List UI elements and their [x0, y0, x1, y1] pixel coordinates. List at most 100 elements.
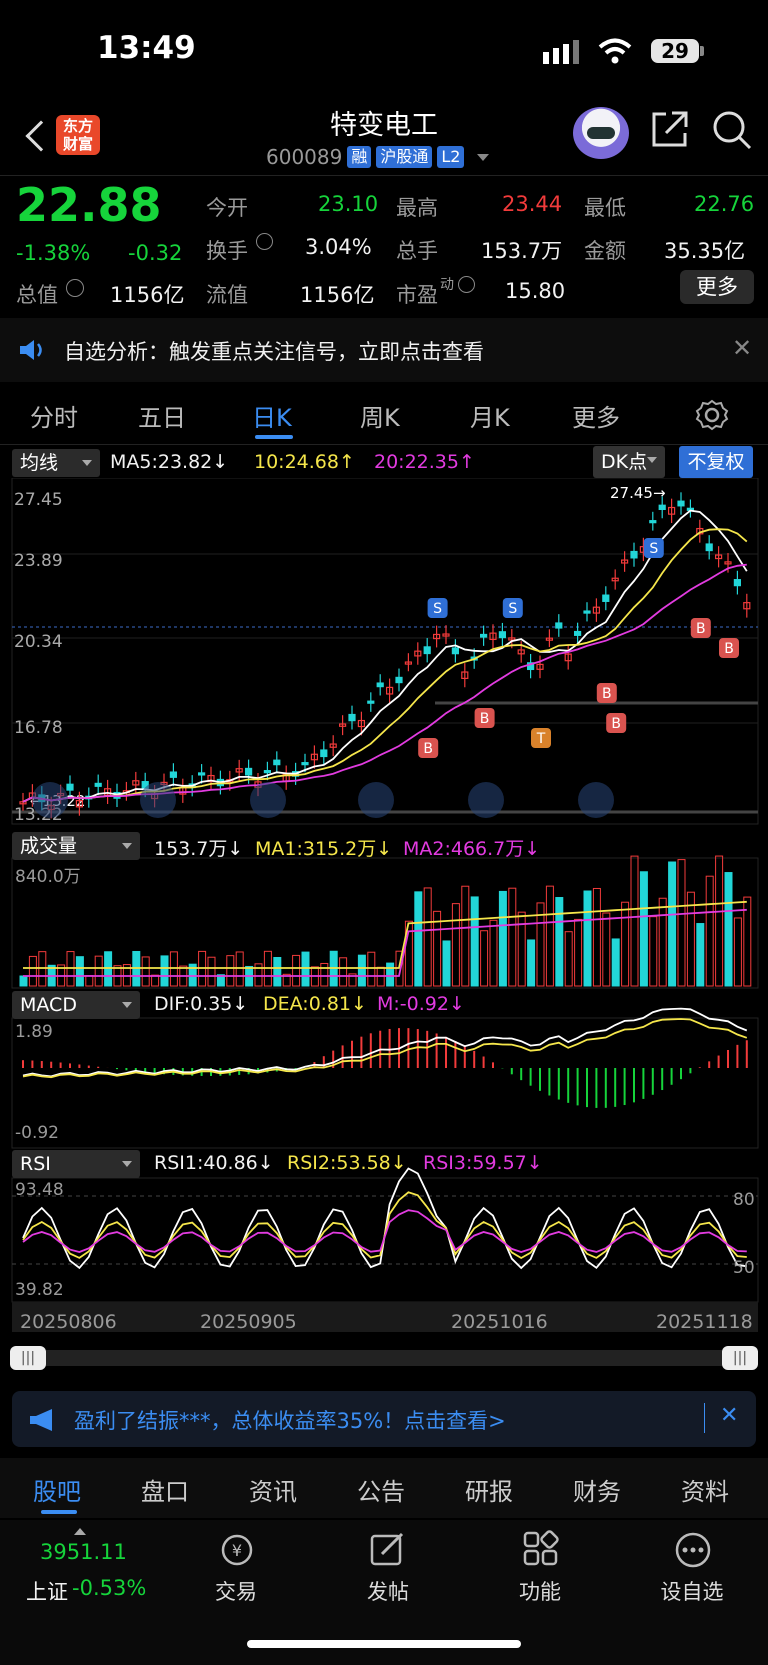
candle-body	[263, 770, 271, 774]
volume-bar	[160, 955, 169, 987]
volume-label: 总手	[396, 239, 438, 263]
tab-orderbook[interactable]: 盘口	[141, 1472, 189, 1507]
kline-chart[interactable]: 27.4523.8920.3416.7813.2227.45→←13.22SSS…	[0, 478, 768, 1318]
mktcap-label: 总值	[16, 283, 58, 307]
close-icon[interactable]: ✕	[732, 334, 752, 362]
stock-code: 600089	[266, 145, 343, 169]
volume-bar	[564, 931, 573, 987]
apps-icon[interactable]	[522, 1530, 560, 1568]
search-icon[interactable]	[711, 109, 753, 151]
nav-prev-icon[interactable]	[358, 782, 394, 818]
range-handle-left[interactable]: |||	[10, 1346, 46, 1370]
volume-value: 153.7万	[481, 239, 563, 263]
more-button[interactable]: 更多	[680, 270, 754, 304]
volume-axis-top: 840.0万	[15, 867, 81, 887]
candle-body	[733, 579, 742, 587]
tab-five-day[interactable]: 五日	[138, 398, 186, 433]
chevron-down-icon[interactable]	[477, 153, 490, 167]
volume-select[interactable]: 成交量	[12, 832, 140, 860]
tab-intraday[interactable]: 分时	[30, 398, 78, 433]
price-axis-label: 27.45	[14, 490, 63, 510]
volume-bar	[649, 916, 658, 987]
tab-profile[interactable]: 资料	[681, 1472, 729, 1507]
active-tab-indicator	[41, 1510, 77, 1514]
info-icon[interactable]	[458, 276, 475, 293]
footer-functions[interactable]: 功能	[480, 1576, 600, 1606]
rsi-level-50: 50	[733, 1258, 755, 1278]
signal-badge-text: S	[508, 601, 517, 617]
speaker-icon	[20, 340, 42, 360]
tab-news[interactable]: 资讯	[249, 1472, 297, 1507]
footer-add-watchlist[interactable]: 设自选	[632, 1576, 752, 1606]
signal-badge-text: B	[724, 641, 734, 657]
volume-bar	[301, 951, 310, 987]
nav-first-icon[interactable]	[32, 782, 68, 818]
volume-bar	[292, 954, 301, 987]
ma10-line	[22, 528, 748, 803]
date-label-3: 20251016	[451, 1311, 548, 1333]
price-axis-label: 23.89	[14, 551, 63, 571]
footer-post[interactable]: 发帖	[328, 1576, 448, 1606]
volume-bar	[489, 919, 498, 987]
tag-level2: L2	[437, 146, 465, 168]
nav-next-icon[interactable]	[468, 782, 504, 818]
volume-bar	[339, 957, 348, 987]
edit-post-icon[interactable]	[368, 1530, 408, 1570]
adjust-button[interactable]: 不复权	[679, 446, 753, 478]
trade-icon[interactable]: ¥	[217, 1532, 257, 1568]
more-dots-icon[interactable]	[673, 1530, 713, 1570]
rsi-axis-bottom: 39.82	[15, 1280, 64, 1300]
close-icon[interactable]: ✕	[720, 1403, 738, 1428]
tab-weekly[interactable]: 周K	[360, 398, 400, 433]
home-indicator	[247, 1640, 521, 1648]
date-label-1: 20250806	[20, 1311, 117, 1333]
nav-zoom-out-icon[interactable]	[250, 782, 286, 818]
indicator-select[interactable]: 均线	[12, 449, 100, 477]
max-price-label: 27.45→	[610, 484, 666, 502]
volume-bar	[733, 917, 742, 987]
price-axis-label: 16.78	[14, 718, 63, 738]
tab-daily[interactable]: 日K	[252, 398, 292, 433]
status-bar: 13:49 29	[0, 0, 768, 66]
promo-banner[interactable]: 盈利了结振***，总体收益率35%！点击查看> ✕	[12, 1391, 756, 1447]
caret-up-icon[interactable]	[74, 1522, 86, 1535]
volume-bar	[85, 975, 94, 987]
index-name: 上证	[26, 1580, 68, 1604]
info-icon[interactable]	[66, 279, 84, 297]
share-icon[interactable]	[650, 109, 690, 149]
candle-body	[273, 759, 281, 766]
candle-body	[583, 610, 591, 614]
volume-bar	[442, 940, 451, 987]
candle-body	[169, 771, 177, 778]
tab-more[interactable]: 更多	[572, 398, 620, 433]
robot-avatar-icon[interactable]	[573, 107, 629, 159]
index-value[interactable]: 3951.11	[40, 1540, 127, 1564]
candle-body	[66, 783, 74, 791]
volume-bar	[658, 897, 667, 987]
date-label-2: 20250905	[200, 1311, 297, 1333]
candle-body	[348, 713, 356, 722]
nav-zoom-in-icon[interactable]	[140, 782, 176, 818]
notice-bar[interactable]: 自选分析：触发重点关注信号，立即点击查看 ✕	[0, 318, 768, 382]
range-handle-right[interactable]: |||	[722, 1346, 758, 1370]
amount-value: 35.35亿	[664, 239, 746, 263]
dk-point-button[interactable]: DK点	[593, 446, 665, 478]
tab-forum[interactable]: 股吧	[33, 1472, 81, 1507]
footer-trade[interactable]: 交易	[176, 1576, 296, 1606]
date-axis	[12, 1302, 758, 1332]
rsi2-label: RSI2:53.58↓	[287, 1152, 407, 1174]
range-slider-track[interactable]	[12, 1350, 758, 1366]
gear-icon[interactable]	[695, 398, 729, 432]
info-icon[interactable]	[256, 233, 273, 250]
signal-badge-text: S	[433, 601, 442, 617]
macd-select[interactable]: MACD	[12, 991, 140, 1019]
tab-announcements[interactable]: 公告	[357, 1472, 405, 1507]
nav-fullscreen-icon[interactable]	[578, 782, 614, 818]
tab-research[interactable]: 研报	[465, 1472, 513, 1507]
volume-value-label: 153.7万↓	[154, 838, 244, 860]
tab-monthly[interactable]: 月K	[470, 398, 510, 433]
volume-ma2-label: MA2:466.7万↓	[403, 838, 541, 860]
volume-bar	[639, 871, 648, 987]
tab-finance[interactable]: 财务	[573, 1472, 621, 1507]
rsi-select[interactable]: RSI	[12, 1150, 140, 1178]
